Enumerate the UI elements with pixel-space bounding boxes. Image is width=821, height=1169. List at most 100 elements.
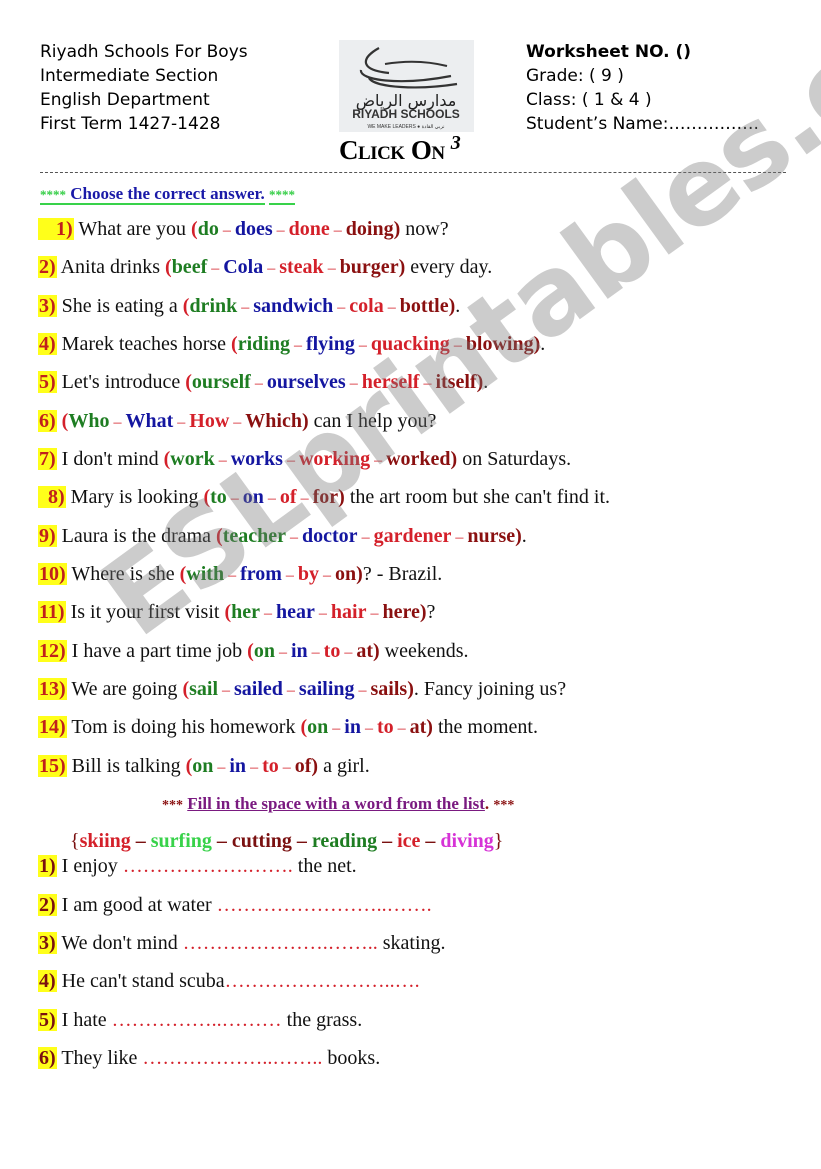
answer-option[interactable]: working — [299, 448, 370, 470]
answer-option[interactable]: hair — [331, 601, 367, 623]
question-text: the net. — [292, 855, 357, 877]
answer-option[interactable]: at — [410, 716, 427, 738]
answer-option[interactable]: to — [377, 716, 394, 738]
answer-option[interactable]: sailing — [299, 678, 355, 700]
answer-blank[interactable]: ……………….……. — [123, 855, 293, 877]
answer-option[interactable]: bottle — [400, 295, 449, 317]
option-separator: – — [214, 452, 231, 469]
answer-option[interactable]: on — [307, 716, 328, 738]
answer-option[interactable]: by — [298, 563, 319, 585]
answer-option[interactable]: nurse — [467, 525, 515, 547]
answer-option[interactable]: beef — [172, 256, 208, 278]
answer-option[interactable]: on — [192, 755, 213, 777]
answer-option[interactable]: Which — [245, 410, 302, 432]
answer-option[interactable]: sandwich — [253, 295, 333, 317]
option-separator: – — [246, 759, 263, 776]
answer-option[interactable]: teacher — [223, 525, 286, 547]
answer-option[interactable]: sails — [371, 678, 408, 700]
answer-option[interactable]: ourselves — [267, 371, 346, 393]
answer-option[interactable]: blowing — [466, 333, 534, 355]
option-separator: – — [323, 260, 340, 277]
open-paren: ( — [185, 371, 192, 393]
answer-option[interactable]: hear — [276, 601, 315, 623]
answer-option[interactable]: does — [235, 218, 273, 240]
answer-option[interactable]: What — [125, 410, 173, 432]
question-number: 4) — [38, 333, 57, 355]
answer-option[interactable]: of — [295, 755, 312, 777]
answer-option[interactable]: of — [280, 486, 297, 508]
question-text: Where is she — [71, 563, 180, 585]
word-list: {skiing – surfing – cutting – reading – … — [70, 830, 503, 853]
question-number: 10) — [38, 563, 67, 585]
answer-option[interactable]: steak — [279, 256, 323, 278]
close-paren: ) — [419, 601, 427, 623]
open-brace: { — [70, 830, 80, 852]
question-number: 13) — [38, 678, 67, 700]
open-paren: ( — [231, 333, 238, 355]
answer-option[interactable]: to — [210, 486, 227, 508]
click-on-text: Click On — [339, 135, 445, 165]
answer-option[interactable]: works — [231, 448, 283, 470]
question-row: 15) Bill is talking (on – in – to – of) … — [38, 755, 370, 778]
option-separator: – — [289, 337, 306, 354]
answer-option[interactable]: to — [324, 640, 341, 662]
answer-option[interactable]: her — [231, 601, 260, 623]
answer-option[interactable]: work — [170, 448, 214, 470]
answer-blank[interactable]: ……………..……… — [112, 1009, 282, 1031]
question-text: Let's introduce — [61, 371, 186, 393]
answer-option[interactable]: on — [243, 486, 264, 508]
student-name-field[interactable]: Student’s Name:……………. — [526, 112, 759, 136]
answer-option[interactable]: cola — [349, 295, 383, 317]
answer-option[interactable]: in — [291, 640, 308, 662]
click-on-link[interactable]: Click On 3 — [339, 132, 461, 166]
answer-option[interactable]: sailed — [234, 678, 283, 700]
answer-option[interactable]: here — [382, 601, 419, 623]
question-number: 1) — [38, 218, 74, 240]
answer-option[interactable]: drink — [189, 295, 237, 317]
answer-option[interactable]: itself — [435, 371, 476, 393]
question-text: every day. — [405, 256, 493, 278]
answer-option[interactable]: doing — [346, 218, 394, 240]
answer-option[interactable]: flying — [306, 333, 355, 355]
answer-option[interactable]: sail — [189, 678, 218, 700]
answer-option[interactable]: for — [313, 486, 339, 508]
answer-option[interactable]: ourself — [192, 371, 251, 393]
question-row: 1) What are you (do – does – done – doin… — [38, 218, 449, 241]
option-separator: – — [366, 605, 383, 622]
question-text: can I help you? — [308, 410, 437, 432]
answer-option[interactable]: worked — [386, 448, 450, 470]
answer-option[interactable]: to — [262, 755, 279, 777]
answer-option[interactable]: riding — [238, 333, 290, 355]
answer-option[interactable]: at — [356, 640, 373, 662]
answer-option[interactable]: How — [189, 410, 229, 432]
answer-blank[interactable]: ……………………..…. — [225, 970, 420, 992]
option-separator: – — [237, 299, 254, 316]
option-separator: – — [250, 375, 267, 392]
answer-option[interactable]: on — [254, 640, 275, 662]
answer-option[interactable]: in — [344, 716, 361, 738]
answer-option[interactable]: from — [240, 563, 282, 585]
close-paren: ) — [338, 486, 345, 508]
question-number: 3) — [38, 295, 57, 317]
word-option: ice — [397, 830, 421, 852]
answer-option[interactable]: herself — [362, 371, 420, 393]
fill-in-row: 2) I am good at water ……………………..……. — [38, 894, 432, 917]
click-on-number: 3 — [450, 132, 461, 154]
answer-option[interactable]: Who — [68, 410, 109, 432]
answer-option[interactable]: with — [186, 563, 224, 585]
answer-option[interactable]: Cola — [223, 256, 263, 278]
option-separator: – — [345, 375, 362, 392]
fill-in-row: 5) I hate ……………..……… the grass. — [38, 1009, 362, 1032]
answer-option[interactable]: gardener — [374, 525, 452, 547]
answer-option[interactable]: burger — [340, 256, 399, 278]
option-separator: – — [314, 605, 331, 622]
answer-option[interactable]: on — [335, 563, 356, 585]
answer-option[interactable]: done — [289, 218, 330, 240]
answer-option[interactable]: quacking — [371, 333, 450, 355]
answer-option[interactable]: in — [229, 755, 246, 777]
answer-blank[interactable]: ………………..…….. — [142, 1047, 322, 1069]
answer-option[interactable]: do — [198, 218, 219, 240]
answer-blank[interactable]: ………………….…….. — [183, 932, 378, 954]
answer-option[interactable]: doctor — [302, 525, 358, 547]
answer-blank[interactable]: ……………………..……. — [217, 894, 432, 916]
